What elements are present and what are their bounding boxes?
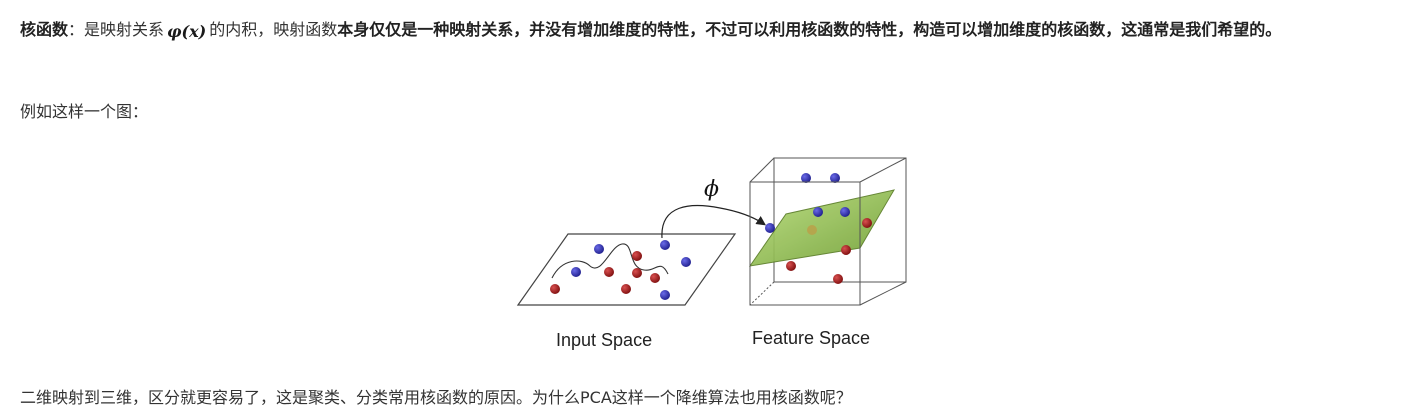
conclusion-paragraph: 二维映射到三维，区分就更容易了，这是聚类、分类常用核函数的原因。为什么PCA这样…	[20, 388, 852, 407]
input-point-blue	[660, 240, 670, 250]
input-point-red	[632, 251, 642, 261]
feature-point-blue	[813, 207, 823, 217]
mapping-figure: ϕ Input Space Feature Space	[510, 150, 910, 358]
kernel-text-a: ：是映射关系	[68, 20, 165, 39]
input-space-label: Input Space	[556, 330, 652, 350]
kernel-text-b: 的内积，映射函数	[209, 20, 338, 39]
kernel-paragraph: 核函数：是映射关系 φ(x) 的内积，映射函数本身仅仅是一种映射关系，并没有增加维度…	[20, 14, 1402, 48]
kernel-bold-text: 本身仅仅是一种映射关系，并没有增加维度的特性，不过可以利用核函数的特性，构造可以…	[337, 20, 1282, 39]
input-point-blue	[571, 267, 581, 277]
feature-point-blue	[840, 207, 850, 217]
feature-point-red	[841, 245, 851, 255]
mapping-diagram: ϕ Input Space Feature Space	[516, 157, 907, 350]
input-point-blue	[681, 257, 691, 267]
input-point-red	[621, 284, 631, 294]
input-point-blue	[660, 290, 670, 300]
feature-point-red	[833, 274, 843, 284]
input-point-red	[632, 268, 642, 278]
feature-space-label: Feature Space	[752, 328, 870, 348]
input-point-red	[650, 273, 660, 283]
input-point-blue	[594, 244, 604, 254]
feature-point-red	[786, 261, 796, 271]
mapping-arrow	[661, 204, 766, 239]
input-point-red	[604, 267, 614, 277]
kernel-term: 核函数	[20, 20, 69, 39]
example-intro: 例如这样一个图：	[20, 102, 149, 121]
feature-point-red	[807, 225, 817, 235]
phi-formula: φ(x)	[167, 22, 207, 41]
input-point-red	[550, 284, 560, 294]
phi-label: ϕ	[704, 177, 719, 202]
feature-point-red	[862, 218, 872, 228]
feature-point-blue	[765, 223, 775, 233]
